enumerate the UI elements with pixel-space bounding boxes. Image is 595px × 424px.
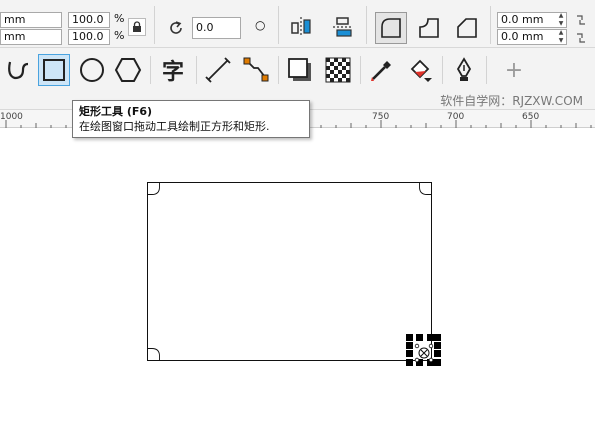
mirror-vertical-button[interactable] xyxy=(330,14,356,40)
separator xyxy=(196,56,197,84)
mirror-horizontal-button[interactable] xyxy=(288,14,314,40)
selection-handles[interactable] xyxy=(406,334,441,366)
connector-icon xyxy=(243,57,269,82)
property-bar: mm mm 100.0 100.0 % % 0.0 ○ 0.0 mm ▲ ▼ 0… xyxy=(0,0,595,48)
scale-y-percent: % xyxy=(114,29,125,42)
drop-shadow-icon xyxy=(288,58,311,81)
corner-handle-top-left xyxy=(147,182,160,195)
rectangle-tool-tooltip: 矩形工具 (F6) 在绘图窗口拖动工具绘制正方形和矩形. xyxy=(72,100,310,138)
height-field[interactable]: mm xyxy=(0,29,62,45)
pen-nib-icon xyxy=(456,57,472,81)
ellipse-icon xyxy=(80,58,104,82)
mirror-horizontal-icon xyxy=(291,17,311,37)
paint-bucket-icon xyxy=(410,59,432,82)
separator xyxy=(150,56,151,84)
hexagon-icon xyxy=(114,58,142,82)
corner-handle-bottom-left xyxy=(147,348,160,361)
corner-handles[interactable] xyxy=(147,182,432,361)
dimension-icon xyxy=(205,57,231,83)
link-icon xyxy=(577,15,585,25)
toolbox: 字 + xyxy=(0,48,595,92)
mirror-vertical-icon xyxy=(333,17,353,37)
transparency-tool-button[interactable] xyxy=(322,54,354,86)
separator xyxy=(360,56,361,84)
rotation-button[interactable] xyxy=(164,17,188,39)
connector-tool-button[interactable] xyxy=(240,54,272,86)
lock-icon xyxy=(133,21,141,32)
drawing-canvas[interactable] xyxy=(0,128,595,424)
tooltip-description: 在绘图窗口拖动工具绘制正方形和矩形. xyxy=(79,120,270,133)
curve-tool-icon xyxy=(8,61,29,80)
checkerboard-icon xyxy=(325,57,351,83)
dimension-tool-button[interactable] xyxy=(202,54,234,86)
ellipse-tool-button[interactable] xyxy=(76,54,108,86)
separator xyxy=(154,6,155,44)
separator xyxy=(278,56,279,84)
interactive-fill-tool-button[interactable] xyxy=(404,54,436,86)
rectangle-tool-button[interactable] xyxy=(38,54,70,86)
polygon-tool-button[interactable] xyxy=(112,54,144,86)
canvas-drawing xyxy=(147,182,441,366)
round-corner-icon xyxy=(381,18,401,38)
separator xyxy=(442,56,443,84)
ruler-label: 650 xyxy=(522,112,540,122)
rectangle-icon xyxy=(43,59,65,81)
ruler-label: 1000 xyxy=(0,112,23,122)
width-field[interactable]: mm xyxy=(0,12,62,28)
app-window: mm mm 100.0 100.0 % % 0.0 ○ 0.0 mm ▲ ▼ 0… xyxy=(0,0,595,424)
scalloped-corner-icon xyxy=(419,18,439,38)
separator xyxy=(486,56,487,84)
degree-symbol: ○ xyxy=(255,18,266,32)
separator xyxy=(278,6,279,44)
separator xyxy=(490,6,491,44)
scalloped-corner-button[interactable] xyxy=(413,12,445,44)
rectangle-object[interactable] xyxy=(147,182,432,361)
bezier-tool-button[interactable] xyxy=(2,54,34,86)
lock-ratio-button[interactable] xyxy=(128,18,146,36)
add-tool-button[interactable]: + xyxy=(500,54,528,86)
rotation-field[interactable]: 0.0 xyxy=(192,17,241,39)
separator xyxy=(366,6,367,44)
rotate-icon xyxy=(170,21,182,34)
eyedropper-tool-button[interactable] xyxy=(366,54,398,86)
corner-lock-button[interactable] xyxy=(572,10,590,30)
chamfered-corner-icon xyxy=(457,18,477,38)
corner-radius-top-stepper[interactable]: ▲ ▼ xyxy=(553,12,569,28)
scale-x-field[interactable]: 100.0 xyxy=(68,12,110,28)
ruler-label: 700 xyxy=(447,112,465,122)
ruler-label: 750 xyxy=(372,112,390,122)
round-corner-button[interactable] xyxy=(375,12,407,44)
drop-shadow-tool-button[interactable] xyxy=(284,54,316,86)
outline-pen-tool-button[interactable] xyxy=(448,54,480,86)
corner-lock-button-2[interactable] xyxy=(572,29,590,47)
chamfered-corner-button[interactable] xyxy=(451,12,483,44)
text-tool-button[interactable]: 字 xyxy=(156,54,190,86)
scale-y-field[interactable]: 100.0 xyxy=(68,29,110,45)
scale-x-percent: % xyxy=(114,12,125,25)
link-icon xyxy=(577,33,585,43)
corner-handle-top-right xyxy=(419,182,432,195)
corner-radius-bottom-stepper[interactable]: ▲ ▼ xyxy=(553,29,569,45)
watermark-text: 软件自学网：RJZXW.COM xyxy=(440,94,583,108)
tooltip-title: 矩形工具 (F6) xyxy=(79,105,153,118)
eyedropper-icon xyxy=(371,61,391,81)
